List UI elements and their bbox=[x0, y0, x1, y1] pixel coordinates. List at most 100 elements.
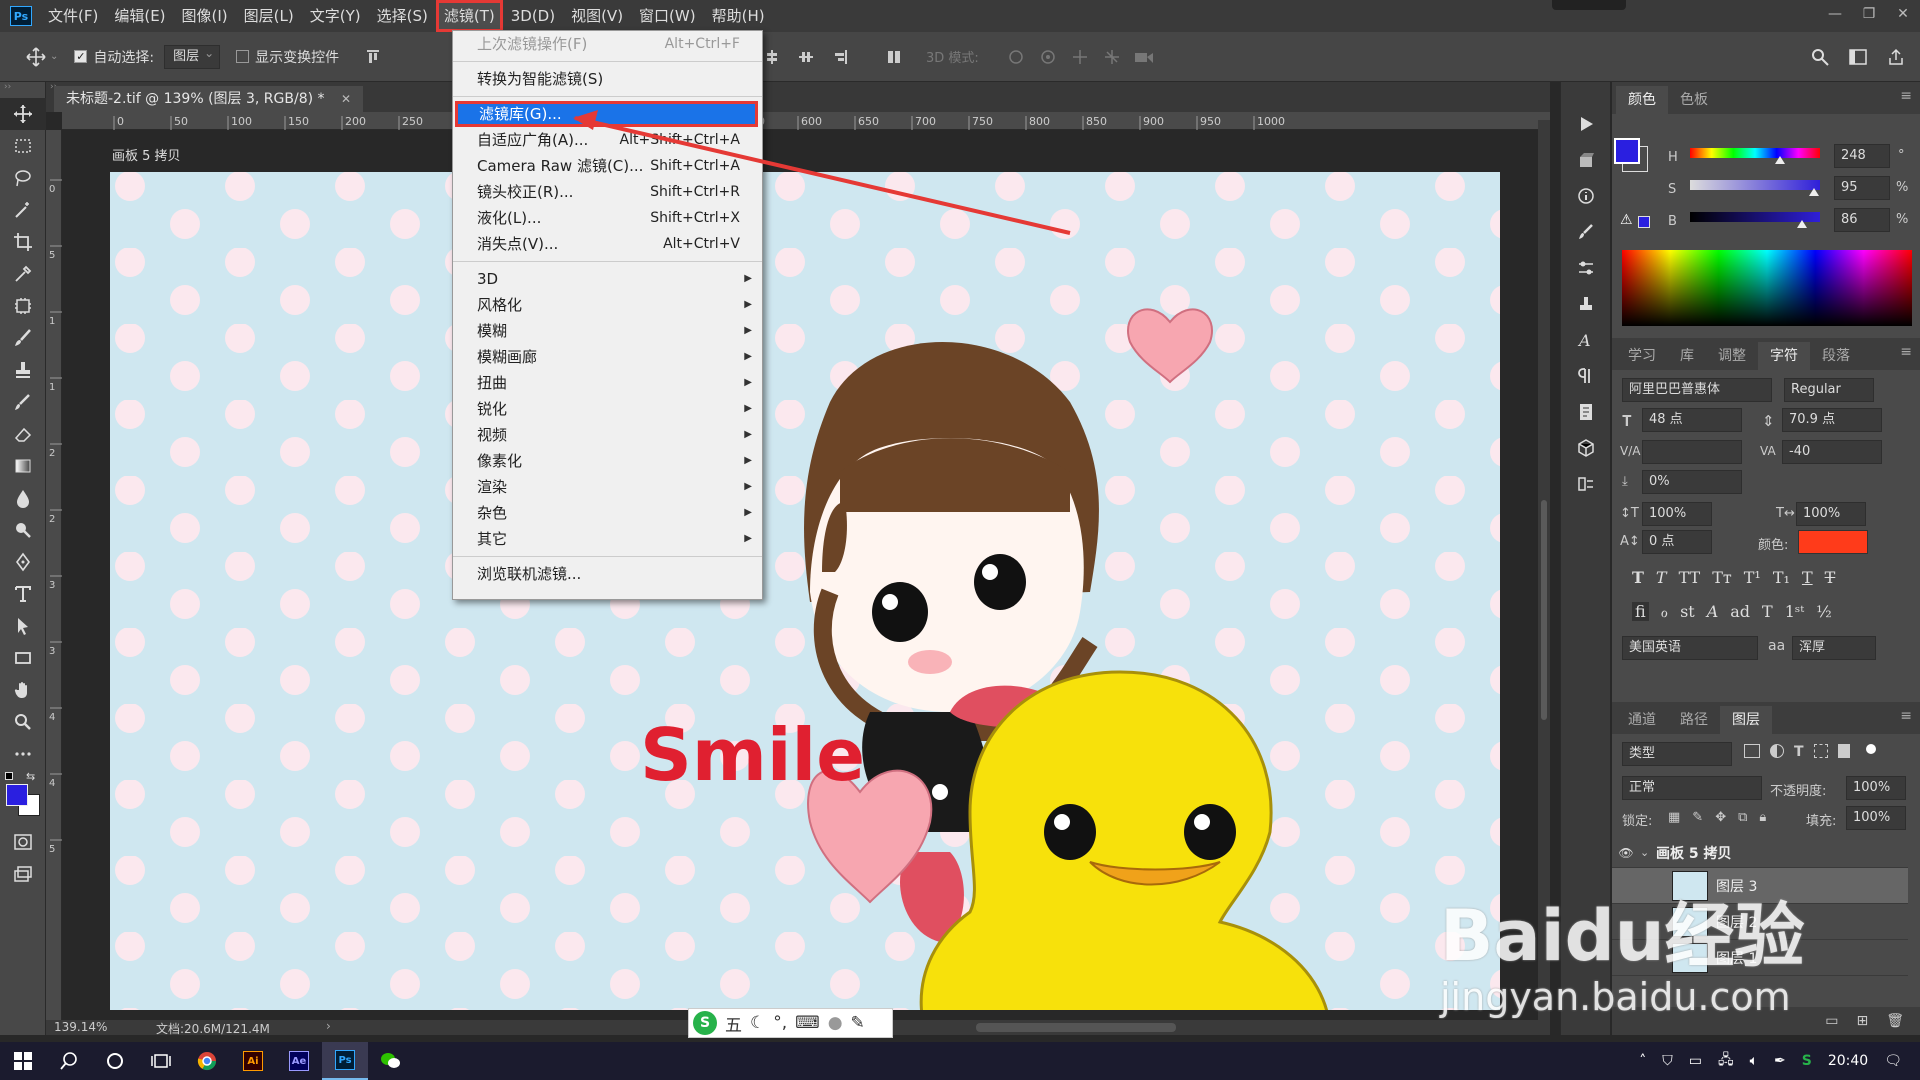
filter-menu-item[interactable]: 镜头校正(R)... Shift+Ctrl+R bbox=[453, 179, 762, 205]
saturation-slider[interactable] bbox=[1690, 180, 1820, 196]
clone-source-icon[interactable] bbox=[1574, 292, 1598, 316]
panel-tab[interactable]: 库 bbox=[1668, 342, 1706, 370]
filter-menu-item[interactable]: 渲染 ▶ bbox=[453, 474, 762, 500]
minimize-button[interactable]: — bbox=[1818, 0, 1852, 28]
lasso-tool[interactable] bbox=[0, 162, 46, 194]
smart-object-filter-icon[interactable] bbox=[1837, 744, 1850, 758]
stamp-tool[interactable] bbox=[0, 354, 46, 386]
zoom-level[interactable]: 139.14% bbox=[54, 1020, 107, 1034]
3d-roll-icon[interactable] bbox=[1036, 45, 1060, 69]
move-tool-icon[interactable] bbox=[24, 45, 48, 69]
eraser-tool[interactable] bbox=[0, 418, 46, 450]
color-panel-menu-icon[interactable]: ≡ bbox=[1900, 88, 1912, 104]
3d-orbit-icon[interactable] bbox=[1004, 45, 1028, 69]
adjustments-sliders-icon[interactable] bbox=[1574, 256, 1598, 280]
layer-row[interactable]: 👁︎ ⌄ 画板 5 拷贝 bbox=[1612, 838, 1908, 868]
lock-artboard-icon[interactable]: ⧉ bbox=[1738, 810, 1747, 825]
character-panel-menu-icon[interactable]: ≡ bbox=[1900, 344, 1912, 360]
type-tool[interactable] bbox=[0, 578, 46, 610]
ime-user-icon[interactable]: ● bbox=[828, 1013, 843, 1033]
default-colors-icon[interactable] bbox=[5, 772, 13, 780]
wechat-icon[interactable] bbox=[368, 1042, 414, 1080]
frame-tool[interactable] bbox=[0, 290, 46, 322]
share-icon[interactable] bbox=[1884, 45, 1908, 69]
filter-menu-item[interactable]: Camera Raw 滤镜(C)... Shift+Ctrl+A bbox=[453, 153, 762, 179]
menu-3[interactable]: 图层(L) bbox=[236, 0, 302, 32]
h-value-field[interactable]: 248 bbox=[1834, 144, 1890, 168]
align-top-icon[interactable] bbox=[361, 45, 385, 69]
tray-battery-icon[interactable]: ▭ bbox=[1689, 1053, 1702, 1069]
tray-network-icon[interactable]: 🖧︎ bbox=[1718, 1049, 1734, 1073]
ime-toolbar[interactable]: S 五 ☾ °, ⌨ ● ✎ bbox=[688, 1008, 893, 1038]
contextual-alternates-button[interactable]: ℴ bbox=[1661, 602, 1668, 621]
lock-transparent-icon[interactable]: ▦ bbox=[1668, 810, 1680, 825]
foreground-color-swatch[interactable] bbox=[6, 784, 28, 806]
lock-position-icon[interactable]: ✥ bbox=[1715, 810, 1726, 825]
panel-tab[interactable]: 色板 bbox=[1668, 86, 1720, 114]
ime-punct-icon[interactable]: °, bbox=[773, 1013, 787, 1033]
baseline-shift-field[interactable]: 0 点 bbox=[1642, 530, 1712, 554]
panel-tab[interactable]: 通道 bbox=[1616, 706, 1668, 734]
filter-menu-item[interactable]: 风格化 ▶ bbox=[453, 292, 762, 318]
titling-button[interactable]: T bbox=[1762, 602, 1773, 621]
anti-alias-select[interactable]: 浑厚 bbox=[1792, 636, 1876, 660]
language-select[interactable]: 美国英语 bbox=[1622, 636, 1758, 660]
menu-4[interactable]: 文字(Y) bbox=[302, 0, 369, 32]
paragraph-icon[interactable] bbox=[1574, 364, 1598, 388]
layers-panel-menu-icon[interactable]: ≡ bbox=[1900, 708, 1912, 724]
filter-menu-item[interactable]: 消失点(V)... Alt+Ctrl+V bbox=[453, 231, 762, 257]
web-safe-swatch[interactable] bbox=[1638, 216, 1650, 228]
quick-mask-icon[interactable] bbox=[0, 826, 46, 858]
superscript-button[interactable]: T¹ bbox=[1744, 568, 1761, 587]
blur-tool[interactable] bbox=[0, 482, 46, 514]
filter-menu-item[interactable]: 转换为智能滤镜(S) bbox=[453, 66, 762, 92]
shape-filter-icon[interactable] bbox=[1813, 744, 1828, 758]
type-filter-icon[interactable]: T bbox=[1794, 744, 1804, 760]
artboard-label[interactable]: 画板 5 拷贝 bbox=[112, 145, 181, 164]
panel-tab[interactable]: 图层 bbox=[1720, 706, 1772, 734]
filter-toggle-icon[interactable] bbox=[1865, 744, 1876, 754]
fill-field[interactable]: 100% bbox=[1846, 806, 1906, 830]
info-icon[interactable] bbox=[1574, 184, 1598, 208]
menu-6[interactable]: 滤镜(T) bbox=[435, 0, 503, 32]
color-panel-fg-swatch[interactable] bbox=[1614, 138, 1640, 164]
fractions-button[interactable]: ½ bbox=[1816, 602, 1832, 621]
panel-tab[interactable]: 颜色 bbox=[1616, 86, 1668, 114]
strikethrough-button[interactable]: T bbox=[1825, 568, 1836, 587]
sogou-ime-icon[interactable]: S bbox=[693, 1011, 717, 1035]
task-view-icon[interactable] bbox=[138, 1042, 184, 1080]
start-button[interactable] bbox=[0, 1042, 46, 1080]
filter-menu-item[interactable]: 像素化 ▶ bbox=[453, 448, 762, 474]
filter-menu-item[interactable]: 模糊画廊 ▶ bbox=[453, 344, 762, 370]
move-tool[interactable] bbox=[0, 98, 46, 130]
dodge-tool[interactable] bbox=[0, 514, 46, 546]
small-caps-button[interactable]: Tᴛ bbox=[1712, 568, 1732, 587]
blend-mode-select[interactable]: 正常 bbox=[1622, 776, 1762, 800]
timeline-icon[interactable] bbox=[1574, 472, 1598, 496]
brush-tool[interactable] bbox=[0, 322, 46, 354]
leading-field[interactable]: 70.9 点 bbox=[1782, 408, 1882, 432]
marquee-tool[interactable] bbox=[0, 130, 46, 162]
document-tab[interactable]: 未标题-2.tif @ 139% (图层 3, RGB/8) * ✕ bbox=[54, 86, 364, 112]
more-tools-icon[interactable] bbox=[0, 738, 46, 770]
ordinals-button[interactable]: 1ˢᵗ bbox=[1785, 602, 1805, 621]
filter-menu-item[interactable]: 液化(L)... Shift+Ctrl+X bbox=[453, 205, 762, 231]
status-menu-chevron-icon[interactable]: › bbox=[326, 1019, 331, 1033]
character-styles-icon[interactable]: A bbox=[1574, 328, 1598, 352]
menu-1[interactable]: 编辑(E) bbox=[106, 0, 173, 32]
auto-select-checkbox[interactable]: ✓ bbox=[74, 50, 88, 63]
chrome-icon[interactable] bbox=[184, 1042, 230, 1080]
search-icon[interactable] bbox=[1808, 45, 1832, 69]
workspace-icon[interactable] bbox=[1846, 45, 1870, 69]
zoom-tool[interactable] bbox=[0, 706, 46, 738]
swash-button[interactable]: A bbox=[1707, 602, 1719, 621]
auto-select-target-dropdown[interactable]: 图层 bbox=[164, 42, 221, 69]
3d-slide-icon[interactable] bbox=[1100, 45, 1124, 69]
opacity-field[interactable]: 100% bbox=[1846, 776, 1906, 800]
layer-filter-select[interactable]: 类型 bbox=[1622, 742, 1732, 766]
panel-tab[interactable]: 路径 bbox=[1668, 706, 1720, 734]
brightness-slider[interactable] bbox=[1690, 212, 1820, 228]
new-group-icon[interactable]: ▭ bbox=[1825, 1013, 1838, 1029]
taskbar-search-icon[interactable] bbox=[46, 1042, 92, 1080]
b-value-field[interactable]: 86 bbox=[1834, 208, 1890, 232]
